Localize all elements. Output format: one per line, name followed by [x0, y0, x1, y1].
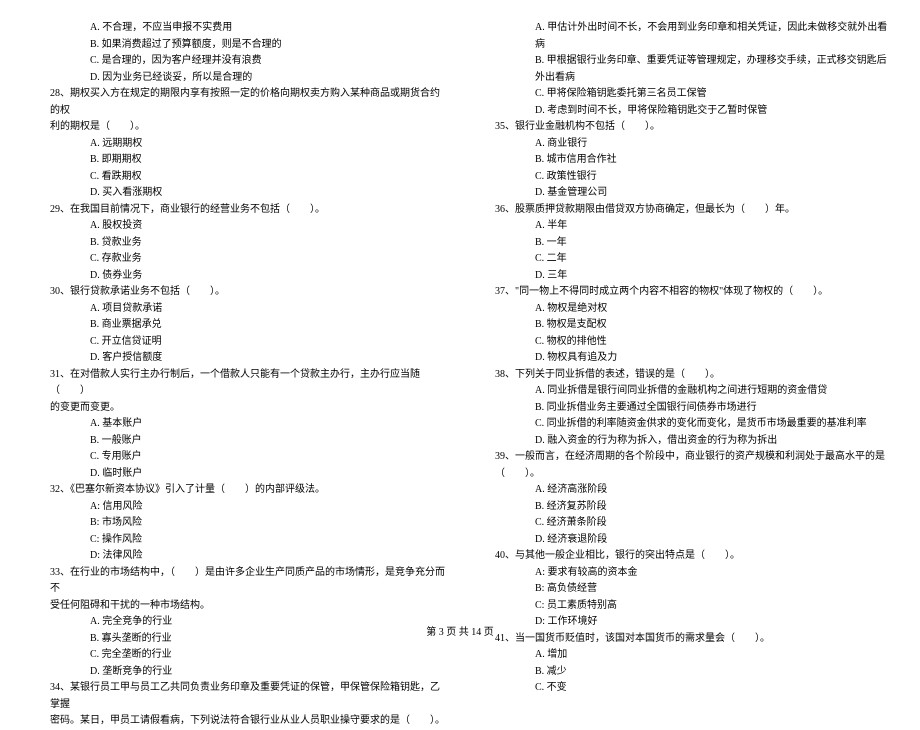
answer-option: C. 存款业务: [30, 251, 445, 268]
answer-option: C. 是合理的，因为客户经理并没有浪费: [30, 53, 445, 70]
question-text: 利的期权是（ ）。: [30, 119, 445, 136]
answer-option: C: 员工素质特别高: [475, 598, 890, 615]
answer-option: D. 物权具有追及力: [475, 350, 890, 367]
answer-option: D. 考虑到时间不长，甲将保险箱钥匙交于乙暂时保管: [475, 103, 890, 120]
question-text: 31、在对借款人实行主办行制后，一个借款人只能有一个贷款主办行，主办行应当随（ …: [30, 367, 445, 400]
answer-option: C: 操作风险: [30, 532, 445, 549]
page-footer: 第 3 页 共 14 页: [0, 623, 920, 638]
answer-option: B. 一般账户: [30, 433, 445, 450]
answer-option: C. 完全垄断的行业: [30, 647, 445, 664]
answer-option: B. 同业拆借业务主要通过全国银行间债券市场进行: [475, 400, 890, 417]
question-text: 密码。某日，甲员工请假看病，下列说法符合银行业从业人员职业操守要求的是（ ）。: [30, 713, 445, 730]
question-text: 的变更而变更。: [30, 400, 445, 417]
question-text: 33、在行业的市场结构中，（ ）是由许多企业生产同质产品的市场情形，是竞争充分而…: [30, 565, 445, 598]
question-text: 受任何阻碍和干扰的一种市场结构。: [30, 598, 445, 615]
answer-option: B. 即期期权: [30, 152, 445, 169]
answer-option: B. 物权是支配权: [475, 317, 890, 334]
answer-option: D: 法律风险: [30, 548, 445, 565]
answer-option: D. 临时账户: [30, 466, 445, 483]
answer-option: A. 不合理，不应当申报不实费用: [30, 20, 445, 37]
answer-option: B. 减少: [475, 664, 890, 681]
answer-option: B. 经济复苏阶段: [475, 499, 890, 516]
answer-option: A. 基本账户: [30, 416, 445, 433]
answer-option: C. 看跌期权: [30, 169, 445, 186]
question-text: 36、股票质押贷款期限由借贷双方协商确定，但最长为（ ）年。: [475, 202, 890, 219]
question-text: 32、《巴塞尔新资本协议》引入了计量（ ）的内部评级法。: [30, 482, 445, 499]
answer-option: C. 同业拆借的利率随资金供求的变化而变化，是货币市场最重要的基准利率: [475, 416, 890, 433]
answer-option: B: 高负债经营: [475, 581, 890, 598]
answer-option: D. 买入看涨期权: [30, 185, 445, 202]
answer-option: A. 半年: [475, 218, 890, 235]
answer-option: D. 垄断竞争的行业: [30, 664, 445, 681]
question-text: 39、一般而言，在经济周期的各个阶段中，商业银行的资产规模和利润处于最高水平的是: [475, 449, 890, 466]
answer-option: A. 商业银行: [475, 136, 890, 153]
answer-option: B. 一年: [475, 235, 890, 252]
answer-option: A. 经济高涨阶段: [475, 482, 890, 499]
answer-option: A: 信用风险: [30, 499, 445, 516]
answer-option: C. 专用账户: [30, 449, 445, 466]
answer-option: D. 三年: [475, 268, 890, 285]
answer-option: C. 物权的排他性: [475, 334, 890, 351]
answer-option: D. 客户授信额度: [30, 350, 445, 367]
answer-option: B. 甲根据银行业务印章、重要凭证等管理规定，办理移交手续，正式移交钥匙后外出看…: [475, 53, 890, 86]
question-text: 34、某银行员工甲与员工乙共同负责业务印章及重要凭证的保管，甲保管保险箱钥匙，乙…: [30, 680, 445, 713]
answer-option: A. 甲估计外出时间不长，不会用到业务印章和相关凭证，因此未做移交就外出看病: [475, 20, 890, 53]
answer-option: C. 政策性银行: [475, 169, 890, 186]
question-text: 29、在我国目前情况下，商业银行的经营业务不包括（ ）。: [30, 202, 445, 219]
answer-option: C. 二年: [475, 251, 890, 268]
answer-option: D. 融入资金的行为称为拆入，借出资金的行为称为拆出: [475, 433, 890, 450]
answer-option: D. 债券业务: [30, 268, 445, 285]
page-container: A. 不合理，不应当申报不实费用B. 如果消费超过了预算额度，则是不合理的C. …: [0, 0, 920, 730]
answer-option: A. 同业拆借是银行间同业拆借的金融机构之间进行短期的资金借贷: [475, 383, 890, 400]
answer-option: C. 不变: [475, 680, 890, 697]
question-text: （ ）。: [475, 466, 890, 483]
answer-option: B. 如果消费超过了预算额度，则是不合理的: [30, 37, 445, 54]
answer-option: D. 因为业务已经谈妥，所以是合理的: [30, 70, 445, 87]
answer-option: B. 贷款业务: [30, 235, 445, 252]
answer-option: C. 开立信贷证明: [30, 334, 445, 351]
answer-option: C. 甲将保险箱钥匙委托第三名员工保管: [475, 86, 890, 103]
answer-option: A. 增加: [475, 647, 890, 664]
answer-option: B: 市场风险: [30, 515, 445, 532]
answer-option: A. 股权投资: [30, 218, 445, 235]
question-text: 40、与其他一般企业相比，银行的突出特点是（ ）。: [475, 548, 890, 565]
question-text: 35、银行业金融机构不包括（ ）。: [475, 119, 890, 136]
answer-option: D. 经济衰退阶段: [475, 532, 890, 549]
answer-option: B. 商业票据承兑: [30, 317, 445, 334]
answer-option: A. 物权是绝对权: [475, 301, 890, 318]
answer-option: B. 城市信用合作社: [475, 152, 890, 169]
question-text: 37、"同一物上不得同时成立两个内容不相容的物权"体现了物权的（ ）。: [475, 284, 890, 301]
answer-option: A. 远期期权: [30, 136, 445, 153]
answer-option: D. 基金管理公司: [475, 185, 890, 202]
answer-option: A. 项目贷款承诺: [30, 301, 445, 318]
question-text: 30、银行贷款承诺业务不包括（ ）。: [30, 284, 445, 301]
question-text: 38、下列关于同业拆借的表述，错误的是（ ）。: [475, 367, 890, 384]
question-text: 28、期权买入方在规定的期限内享有按照一定的价格向期权卖方购入某种商品或期货合约…: [30, 86, 445, 119]
answer-option: A: 要求有较高的资本金: [475, 565, 890, 582]
answer-option: C. 经济萧条阶段: [475, 515, 890, 532]
